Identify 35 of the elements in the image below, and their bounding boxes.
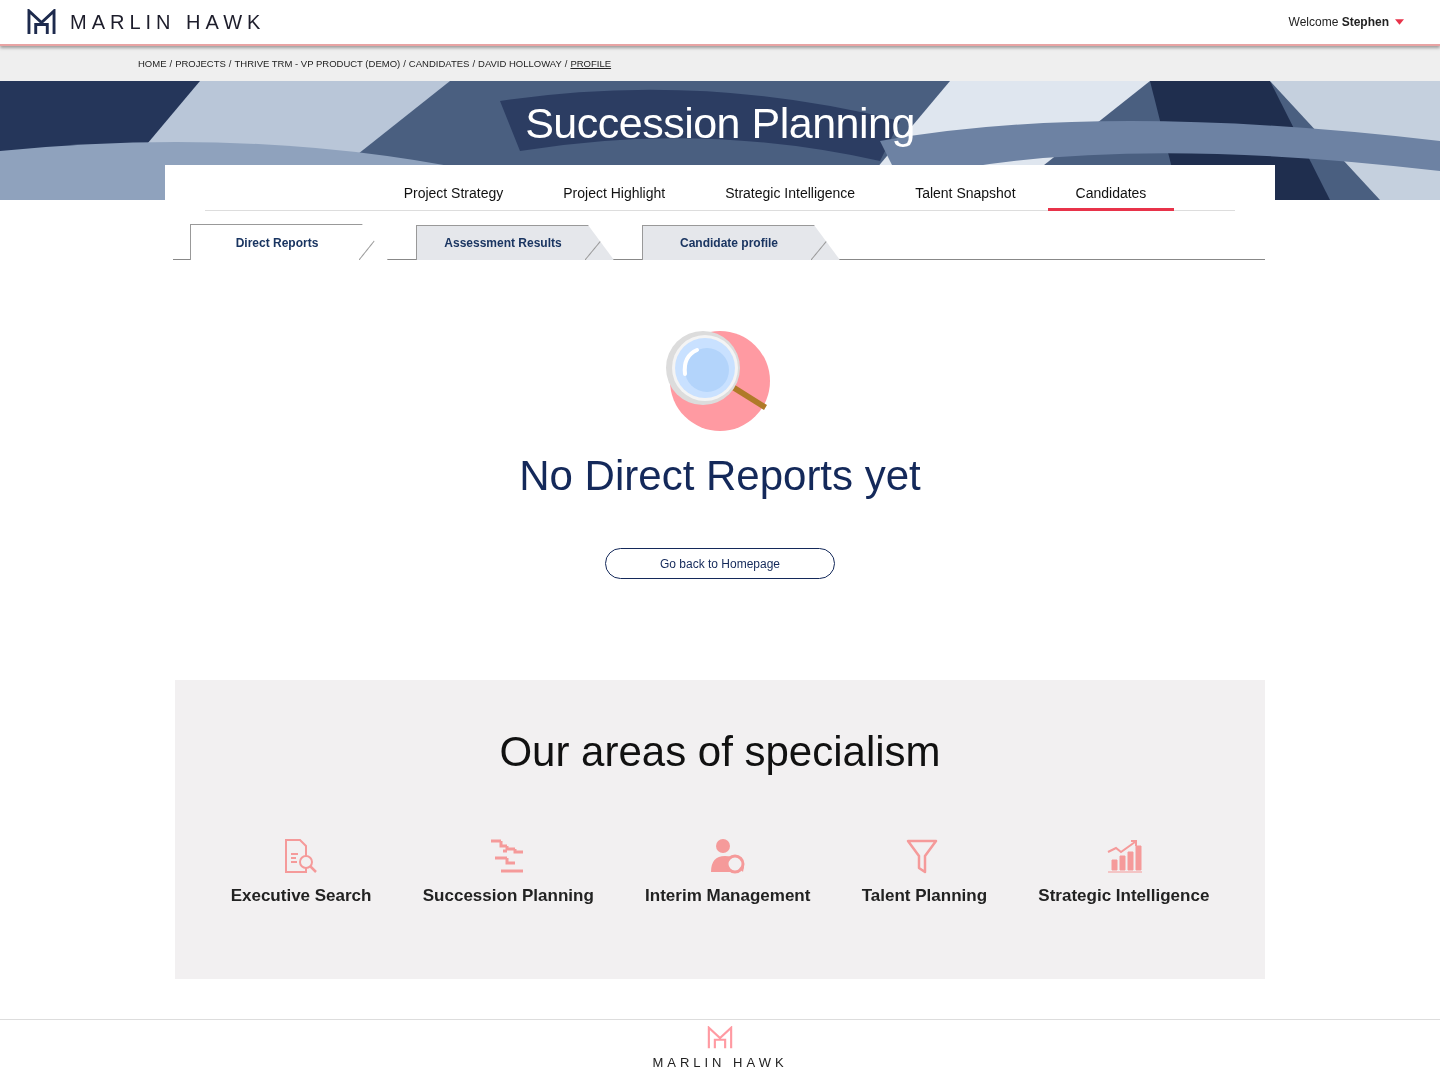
breadcrumb-separator: / <box>403 58 406 69</box>
breadcrumb-separator: / <box>169 58 173 69</box>
breadcrumb-link[interactable]: HOME <box>138 58 167 69</box>
breadcrumb-link[interactable]: CANDIDATES <box>408 58 470 69</box>
breadcrumb-separator: / <box>564 58 568 69</box>
brand-name: MARLIN HAWK <box>70 10 266 34</box>
logo-icon <box>27 8 56 36</box>
specialism-label: Talent Planning <box>861 886 988 906</box>
specialism-label: Strategic Intelligence <box>1038 886 1210 906</box>
specialism-label: Succession Planning <box>422 886 594 906</box>
logo-icon <box>707 1026 733 1050</box>
breadcrumb-link[interactable]: DAVID HOLLOWAY <box>478 58 562 69</box>
homepage-button[interactable]: Go back to Homepage <box>605 548 835 579</box>
empty-message: No Direct Reports yet <box>519 452 921 500</box>
breadcrumb-link[interactable]: PROJECTS <box>175 58 226 69</box>
nav-tab[interactable]: Project Highlight <box>535 177 694 211</box>
page-title: Succession Planning <box>525 99 915 147</box>
nav-tab[interactable]: Talent Snapshot <box>887 177 1044 211</box>
specialism-label: Executive Search <box>230 886 372 906</box>
breadcrumb-link[interactable]: THRIVE TRM - VP PRODUCT (DEMO) <box>234 58 401 69</box>
specialism-label: Interim Management <box>645 886 811 906</box>
welcome-text: Welcome Stephen <box>1288 15 1389 29</box>
nav-tab[interactable]: Candidates <box>1047 177 1175 211</box>
section-title: Our areas of specialism <box>499 728 941 776</box>
nav-tab[interactable]: Strategic Intelligence <box>697 177 884 211</box>
person-refresh-icon <box>708 838 747 876</box>
breadcrumb-separator: / <box>472 58 475 69</box>
breadcrumb-separator: / <box>228 58 232 69</box>
sub-tab[interactable]: Assessment Results <box>416 225 614 260</box>
caret-icon[interactable] <box>1395 19 1404 25</box>
breadcrumb-link[interactable]: PROFILE <box>570 58 612 69</box>
brand-name: MARLIN HAWK <box>652 1055 788 1070</box>
nav-tab[interactable]: Project Strategy <box>375 177 532 211</box>
sub-tab[interactable]: Candidate profile <box>642 225 840 260</box>
sub-tab[interactable]: Direct Reports <box>190 224 388 260</box>
